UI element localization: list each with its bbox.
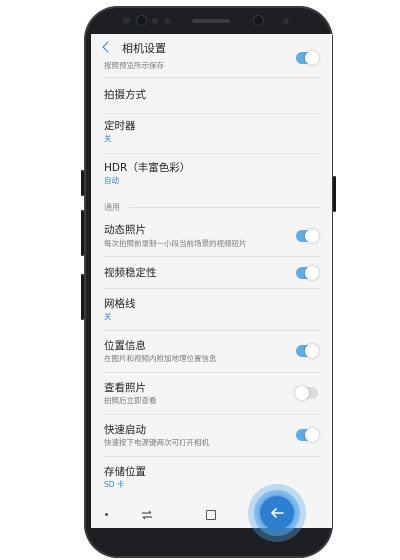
video-stabilization-toggle[interactable] [296,266,319,280]
home-icon[interactable] [206,510,216,520]
power-button [333,176,336,212]
item-title: 定时器 [104,120,136,132]
chevron-left-icon[interactable] [102,41,114,53]
item-value: 关 [104,312,112,321]
sensor-icon [123,17,130,24]
item-title: 存储位置 [104,466,146,478]
item-title: HDR（丰富色彩） [104,162,191,174]
recent-apps-icon[interactable] [140,508,154,522]
back-arrow-icon [271,508,284,518]
list-item-timer[interactable]: 定时器 关 [91,113,332,155]
review-pictures-toggle[interactable] [295,386,318,400]
section-divider [129,207,320,208]
item-value: 自动 [104,176,119,185]
item-title: 位置信息 [104,340,146,352]
earpiece-speaker [192,19,230,23]
item-subtitle: 在图片和视频内附加地理位置信息 [104,354,217,363]
item-title: 视频稳定性 [104,267,157,279]
front-camera-icon [254,16,263,25]
item-value: 关 [104,134,112,143]
list-item-quick-launch[interactable]: 快速启动 快速按下电源键两次可打开相机 [91,414,332,456]
item-subtitle: 快速按下电源键两次可打开相机 [104,438,209,447]
list-item-hdr[interactable]: HDR（丰富色彩） 自动 [91,153,332,195]
volume-up-button [81,210,84,256]
list-item-location-tags[interactable]: 位置信息 在图片和视频内附加地理位置信息 [91,330,332,372]
item-title: 动态照片 [104,224,146,236]
item-title: 查看照片 [104,382,146,394]
list-item-shooting-methods[interactable]: 拍摄方式 [91,77,332,115]
sensor-icon [152,18,158,24]
list-item-grid-lines[interactable]: 网格线 关 [91,288,332,330]
list-item-save-as-preview[interactable]: 按照预览所示保存 [91,51,332,76]
bixby-button [81,170,84,196]
item-subtitle: 拍照后立即查看 [104,396,157,405]
iris-camera-icon [137,16,146,25]
list-item-motion-photo[interactable]: 动态照片 每次拍照前录制一小段当前场景的视频短片 [91,216,332,256]
item-subtitle: 按照预览所示保存 [104,61,164,70]
item-title: 拍摄方式 [104,89,146,101]
dot-icon[interactable] [105,513,108,516]
save-as-preview-toggle[interactable] [296,51,319,65]
list-item-video-stabilization[interactable]: 视频稳定性 [91,256,332,288]
item-subtitle: 每次拍照前录制一小段当前场景的视频短片 [104,239,247,248]
item-title: 网格线 [104,298,136,310]
sensor-icon [283,18,289,24]
motion-photo-toggle[interactable] [296,229,319,243]
item-title: 快速启动 [104,424,146,436]
item-value: SD 卡 [104,480,125,489]
list-item-review-pictures[interactable]: 查看照片 拍照后立即查看 [91,372,332,414]
screen: 相机设置 按照预览所示保存 拍摄方式 定时器 关 HDR（丰富色彩） 自动 通用… [91,34,332,528]
volume-down-button [81,274,84,320]
quick-launch-toggle[interactable] [296,428,319,442]
section-header: 通用 [104,203,120,212]
sensor-icon [164,18,170,24]
location-tags-toggle[interactable] [296,344,319,358]
page-title: 相机设置 [122,42,166,55]
